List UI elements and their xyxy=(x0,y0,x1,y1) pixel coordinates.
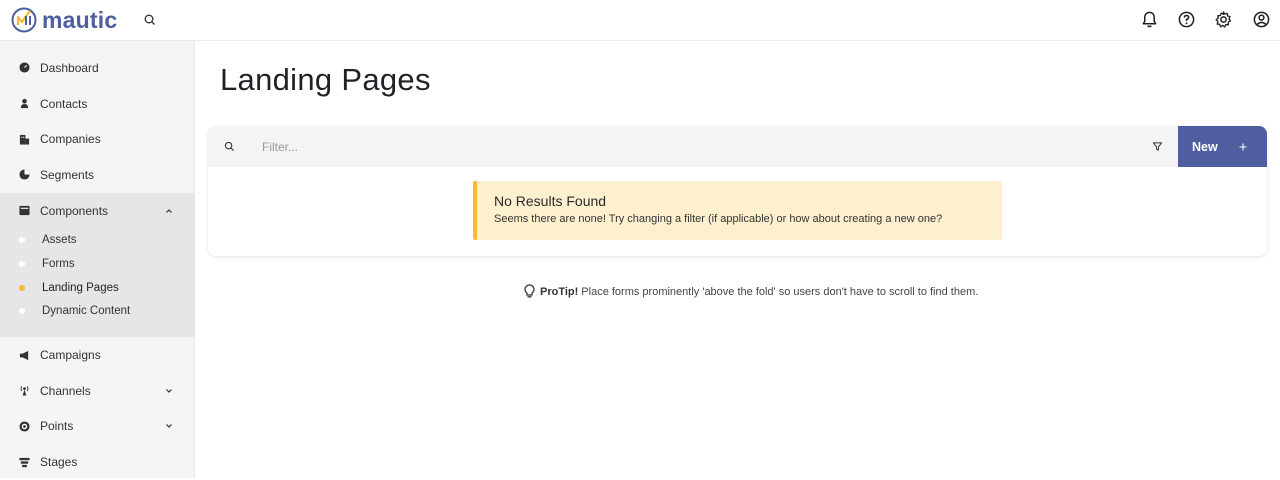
protip: ProTip! Place forms prominently 'above t… xyxy=(523,284,978,299)
top-navbar xyxy=(195,0,1280,41)
sidebar-item-stages[interactable]: Stages xyxy=(0,444,195,480)
sidebar-subitem-label: Dynamic Content xyxy=(42,305,131,318)
sidebar-subitem-assets[interactable]: Assets xyxy=(0,228,195,252)
new-button-label: New xyxy=(1192,139,1218,154)
brand-name: mautic xyxy=(42,7,118,33)
funnel-filter-icon[interactable] xyxy=(1152,141,1163,152)
logo-bar: mautic xyxy=(0,0,195,41)
mautic-logo-icon xyxy=(11,7,37,33)
pie-chart-icon xyxy=(19,169,30,180)
settings-gear-icon[interactable] xyxy=(1214,10,1233,29)
sidebar-item-label: Stages xyxy=(40,455,78,470)
bullet-dot xyxy=(19,260,25,267)
sidebar-item-label: Points xyxy=(40,419,74,434)
search-icon[interactable] xyxy=(143,13,157,27)
megaphone-icon xyxy=(19,350,29,360)
sidebar-item-contacts[interactable]: Contacts xyxy=(0,86,195,122)
sidebar-item-companies[interactable]: Companies xyxy=(0,121,195,157)
no-results-alert: No Results Found Seems there are none! T… xyxy=(473,181,1002,240)
sidebar-item-label: Contacts xyxy=(40,96,88,111)
new-button[interactable]: New xyxy=(1178,126,1267,167)
components-group: Components Assets Forms Landing Pages Dy… xyxy=(0,192,195,338)
bullet-dot xyxy=(19,308,25,315)
sidebar-subitem-dynamic-content[interactable]: Dynamic Content xyxy=(0,300,195,324)
sidebar-item-channels[interactable]: Channels xyxy=(0,373,195,409)
plus-icon xyxy=(1239,143,1247,150)
mautic-logo[interactable]: mautic xyxy=(11,7,117,33)
notification-bell-icon[interactable] xyxy=(1140,10,1159,29)
sidebar-subitem-label: Forms xyxy=(42,257,75,270)
list-panel: New No Results Found Seems there are non… xyxy=(208,126,1267,256)
filter-stack-icon xyxy=(19,457,30,467)
page-title: Landing Pages xyxy=(220,62,431,97)
sidebar: mautic Dashboard Contacts Companies Segm… xyxy=(0,0,195,478)
chevron-down-icon[interactable] xyxy=(165,387,173,395)
sidebar-item-segments[interactable]: Segments xyxy=(0,157,195,193)
sidebar-subitem-forms[interactable]: Forms xyxy=(0,252,195,276)
filter-toolbar: New xyxy=(208,126,1267,167)
bullet-dot xyxy=(19,237,25,244)
sidebar-subitem-label: Assets xyxy=(42,234,77,247)
chevron-up-icon[interactable] xyxy=(165,207,173,215)
sidebar-item-points[interactable]: Points xyxy=(0,409,195,445)
user-account-icon[interactable] xyxy=(1252,10,1271,29)
filter-input[interactable] xyxy=(262,136,1062,158)
sidebar-item-label: Companies xyxy=(40,132,101,147)
sidebar-item-components[interactable]: Components xyxy=(0,193,195,229)
person-icon xyxy=(20,98,29,109)
broadcast-icon xyxy=(20,386,29,396)
active-bullet-dot xyxy=(19,284,25,291)
archive-icon xyxy=(19,206,30,216)
sidebar-subitem-label: Landing Pages xyxy=(42,281,119,294)
protip-label: ProTip! xyxy=(540,285,579,298)
alert-text: Seems there are none! Try changing a fil… xyxy=(494,213,943,225)
sidebar-item-label: Channels xyxy=(40,383,91,398)
sidebar-item-label: Dashboard xyxy=(40,60,99,75)
sidebar-item-label: Segments xyxy=(40,167,95,182)
protip-text: Place forms prominently 'above the fold'… xyxy=(581,285,979,298)
sidebar-item-label: Components xyxy=(40,203,109,218)
building-icon xyxy=(19,134,30,145)
chevron-down-icon[interactable] xyxy=(165,422,173,430)
alert-title: No Results Found xyxy=(494,193,607,209)
sidebar-item-dashboard[interactable]: Dashboard xyxy=(0,50,195,86)
sidebar-subitem-landing-pages[interactable]: Landing Pages xyxy=(0,276,195,300)
target-icon xyxy=(19,421,30,432)
sidebar-item-label: Campaigns xyxy=(40,348,101,363)
help-icon[interactable] xyxy=(1177,10,1196,29)
sidebar-item-campaigns[interactable]: Campaigns xyxy=(0,337,195,373)
speedometer-icon xyxy=(19,62,30,73)
lightbulb-icon xyxy=(524,284,535,298)
sidebar-nav: Dashboard Contacts Companies Segments Co… xyxy=(0,50,195,480)
search-icon xyxy=(224,141,235,152)
